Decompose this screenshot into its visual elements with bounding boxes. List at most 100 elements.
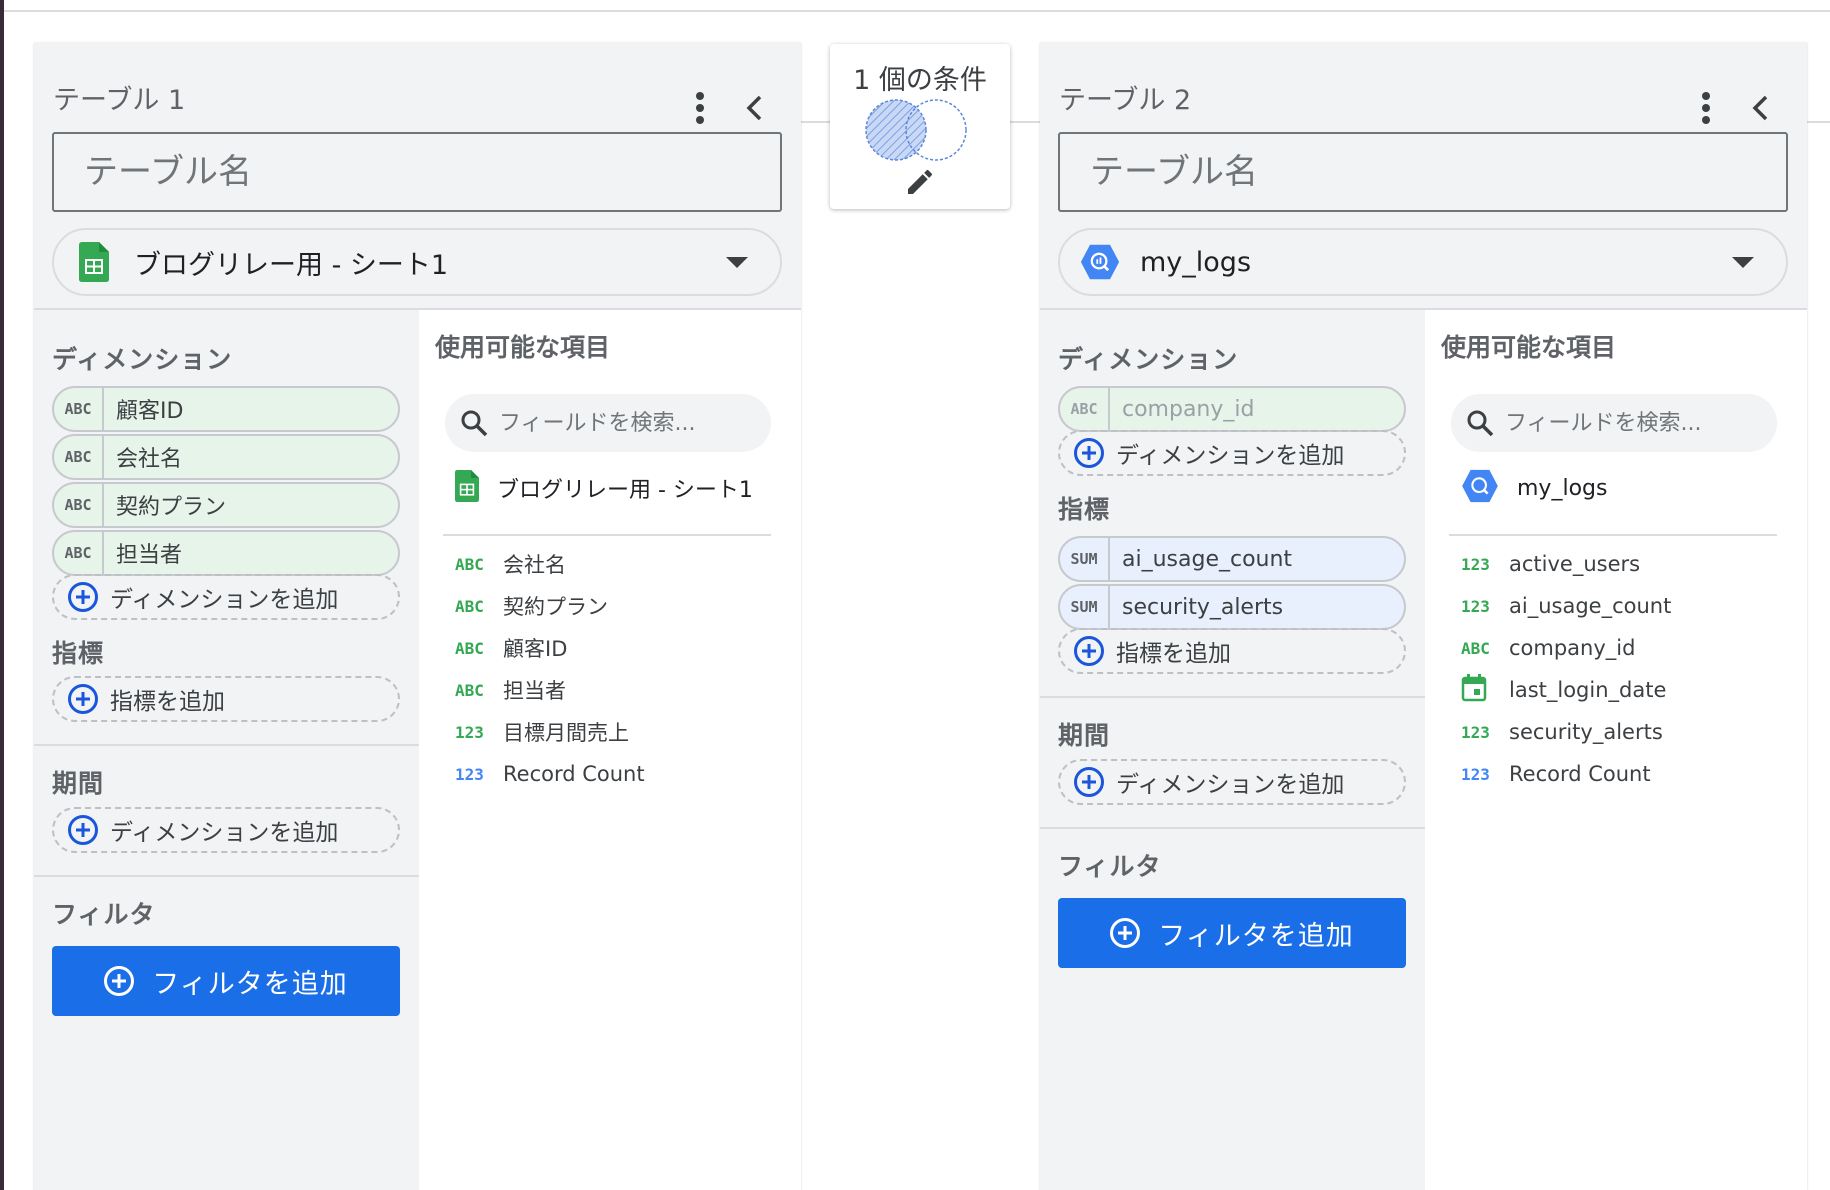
table-1-panel: テーブル 1 ブログリレー用 - シート1 ディメンション ABC 顧客ID AB… [34, 42, 801, 1190]
chip-label: company_id [1122, 396, 1255, 422]
add-dimension-button[interactable]: ディメンションを追加 [52, 574, 400, 620]
add-dimension-label: ディメンションを追加 [1116, 772, 1345, 798]
field-name: last_login_date [1509, 678, 1667, 702]
more-vert-icon [1702, 92, 1710, 124]
text-type-icon: ABC [455, 554, 484, 574]
add-metric-label: 指標を追加 [1116, 641, 1231, 667]
metric-chip[interactable]: SUM ai_usage_count [1058, 536, 1406, 582]
field-source-row: ブログリレー用 - シート1 [455, 466, 753, 510]
search-icon [1463, 406, 1497, 440]
chip-label: security_alerts [1122, 594, 1284, 620]
field-item[interactable]: ABC 会社名 [455, 546, 566, 582]
add-circle-icon [1074, 767, 1104, 797]
add-circle-icon [68, 582, 98, 612]
dimension-chip[interactable]: ABC 顧客ID [52, 386, 400, 432]
add-metric-button[interactable]: 指標を追加 [52, 676, 400, 722]
text-type-icon: ABC [1461, 638, 1490, 658]
calendar-icon [1461, 674, 1491, 706]
google-sheets-icon [74, 242, 114, 282]
field-item[interactable]: ABC company_id [1461, 630, 1635, 666]
metrics-heading: 指標 [1058, 495, 1111, 524]
field-item[interactable]: 123 ai_usage_count [1461, 588, 1671, 624]
number-type-icon: 123 [455, 722, 484, 742]
add-circle-icon [104, 966, 135, 996]
add-dimension-button[interactable]: ディメンションを追加 [1058, 430, 1406, 476]
dimensions-heading: ディメンション [1058, 345, 1239, 374]
section-divider [34, 875, 419, 877]
dimension-chip[interactable]: ABC 担当者 [52, 530, 400, 576]
google-sheets-icon [455, 470, 479, 506]
more-options-button[interactable] [678, 86, 722, 130]
field-source-row: my_logs [1461, 466, 1607, 510]
field-item[interactable]: 123 security_alerts [1461, 714, 1663, 750]
field-search[interactable] [1451, 394, 1777, 452]
table-name-input[interactable] [52, 132, 782, 212]
dimension-chip[interactable]: ABC 会社名 [52, 434, 400, 480]
field-item[interactable]: 123 Record Count [1461, 756, 1651, 792]
bigquery-icon [1080, 242, 1120, 282]
section-divider [1040, 696, 1425, 698]
chip-label: 契約プラン [116, 495, 227, 520]
field-item[interactable]: ABC 担当者 [455, 672, 566, 708]
text-type-icon: ABC [54, 484, 104, 526]
add-metric-label: 指標を追加 [110, 689, 225, 715]
field-item[interactable]: 123 目標月間売上 [455, 714, 629, 750]
edit-pencil-icon [908, 169, 933, 194]
field-name: 担当者 [503, 679, 566, 703]
field-name: Record Count [1509, 762, 1651, 786]
add-date-dimension-button[interactable]: ディメンションを追加 [52, 807, 400, 853]
dropdown-arrow-icon [1732, 256, 1754, 268]
date-range-heading: 期間 [1058, 721, 1111, 750]
join-connector-right [1008, 121, 1042, 123]
data-source-label: my_logs [1140, 246, 1252, 278]
table-name-input[interactable] [1058, 132, 1788, 212]
field-item[interactable]: 123 active_users [1461, 546, 1640, 582]
metrics-heading: 指標 [52, 639, 105, 668]
add-filter-button[interactable]: フィルタを追加 [52, 946, 400, 1016]
field-name: company_id [1509, 636, 1636, 660]
add-circle-icon [1074, 636, 1104, 666]
number-type-icon: 123 [455, 764, 484, 784]
text-type-icon: ABC [54, 436, 104, 478]
data-source-select[interactable]: ブログリレー用 - シート1 [52, 228, 782, 296]
join-condition-card[interactable]: 1 個の条件 [830, 44, 1010, 209]
field-item[interactable]: 123 Record Count [455, 756, 645, 792]
add-filter-button[interactable]: フィルタを追加 [1058, 898, 1406, 968]
text-type-icon: ABC [455, 638, 484, 658]
text-type-icon: ABC [1060, 388, 1110, 430]
chip-label: 会社名 [116, 447, 183, 472]
field-search-input[interactable] [499, 410, 749, 436]
metric-chip[interactable]: SUM security_alerts [1058, 584, 1406, 630]
filter-heading: フィルタ [52, 900, 156, 929]
chip-label: ai_usage_count [1122, 546, 1293, 572]
field-search[interactable] [445, 394, 771, 452]
dimensions-heading: ディメンション [52, 345, 233, 374]
add-date-dimension-button[interactable]: ディメンションを追加 [1058, 759, 1406, 805]
field-item[interactable]: ABC 契約プラン [455, 588, 608, 624]
available-fields-heading: 使用可能な項目 [1441, 333, 1617, 362]
field-list-divider [1449, 534, 1777, 536]
more-options-button[interactable] [1684, 86, 1728, 130]
field-item[interactable]: last_login_date [1461, 672, 1666, 708]
table-2-panel: テーブル 2 my_logs ディメンション ABC company_id ディメ… [1040, 42, 1807, 1190]
add-circle-icon [1074, 438, 1104, 468]
add-metric-button[interactable]: 指標を追加 [1058, 628, 1406, 674]
data-source-select[interactable]: my_logs [1058, 228, 1788, 296]
dimension-chip[interactable]: ABC company_id [1058, 386, 1406, 432]
window-edge [0, 0, 4, 1190]
chevron-left-icon [1752, 95, 1768, 121]
add-circle-icon [68, 815, 98, 845]
add-dimension-label: ディメンションを追加 [110, 587, 339, 613]
field-source-label: my_logs [1517, 475, 1608, 501]
text-type-icon: ABC [455, 680, 484, 700]
collapse-button[interactable] [732, 86, 776, 130]
sum-aggregation-icon: SUM [1060, 586, 1110, 628]
field-search-input[interactable] [1505, 410, 1755, 436]
join-connector-next [1805, 121, 1830, 123]
field-name: security_alerts [1509, 720, 1663, 744]
add-circle-icon [1110, 918, 1141, 948]
field-item[interactable]: ABC 顧客ID [455, 630, 567, 666]
dimension-chip[interactable]: ABC 契約プラン [52, 482, 400, 528]
field-name: Record Count [503, 762, 645, 786]
collapse-button[interactable] [1738, 86, 1782, 130]
